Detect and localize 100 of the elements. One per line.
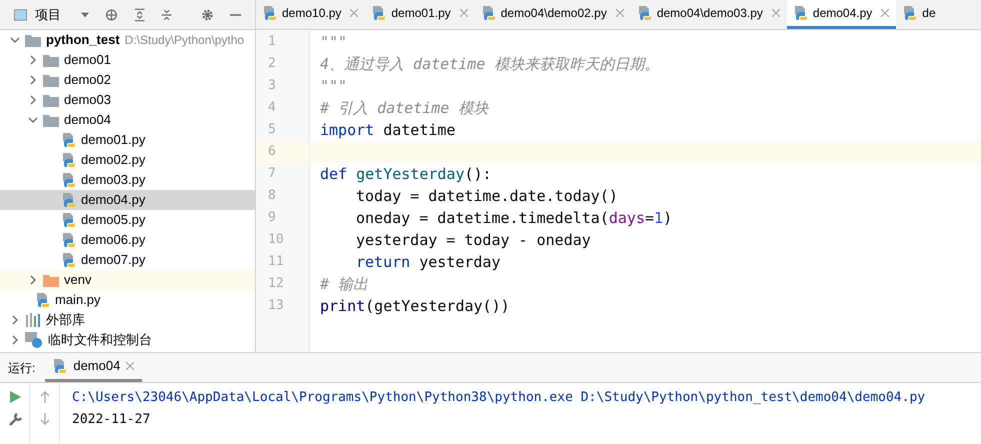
close-icon[interactable]	[772, 9, 780, 17]
tree-item-label: 外部库	[46, 311, 85, 330]
dropdown-caret-icon[interactable]	[80, 12, 90, 18]
panel-title[interactable]: 项目	[34, 4, 61, 24]
tree-item[interactable]: demo05.py	[0, 210, 255, 230]
line-number: 1	[267, 33, 277, 51]
folder-icon	[43, 114, 59, 126]
python-file-icon	[62, 212, 76, 228]
python-file-icon	[53, 358, 68, 374]
tree-item-label: python_test	[46, 31, 120, 50]
code-editor[interactable]	[256, 30, 981, 352]
tree-item-label: demo01	[64, 51, 111, 70]
code-line: def getYesterday():	[319, 164, 493, 185]
code-line: # 输出	[319, 274, 370, 295]
expand-all-icon[interactable]	[134, 6, 146, 22]
locate-icon[interactable]	[105, 6, 118, 22]
python-file-icon	[794, 5, 808, 21]
console-output: 2022-11-27	[72, 411, 152, 429]
run-panel-label: 运行:	[8, 360, 36, 376]
tree-item[interactable]: demo01.py	[0, 130, 255, 150]
python-file-icon	[62, 152, 76, 168]
line-number: 13	[267, 297, 285, 315]
tab-label: demo04\demo03.py	[656, 5, 763, 22]
python-file-icon	[482, 5, 496, 21]
python-file-icon	[62, 232, 76, 248]
line-number: 11	[267, 253, 285, 271]
tree-item[interactable]: 临时文件和控制台	[0, 330, 255, 350]
tree-item-path: D:\Study\Python\pytho	[124, 32, 244, 49]
tree-item[interactable]: demo02.py	[0, 150, 255, 170]
tree-item[interactable]: demo07.py	[0, 250, 255, 270]
close-icon[interactable]	[460, 9, 468, 17]
tree-item[interactable]: python_test D:\Study\Python\pytho	[0, 30, 255, 50]
line-number: 4	[267, 99, 277, 117]
python-file-icon	[62, 192, 76, 208]
code-line: import datetime	[319, 120, 456, 141]
close-icon[interactable]	[350, 9, 358, 17]
line-number: 3	[267, 77, 277, 95]
tree-item-label: demo03.py	[81, 171, 146, 190]
wrench-icon[interactable]	[8, 413, 22, 427]
line-number: 6	[256, 141, 309, 163]
code-line: print(getYesterday())	[319, 296, 511, 317]
tree-item[interactable]: demo01	[0, 50, 255, 70]
tree-item-label: venv	[64, 271, 92, 290]
tree-item-label: main.py	[55, 291, 101, 310]
library-icon	[25, 313, 41, 327]
python-file-icon	[62, 252, 76, 268]
tab-label: demo04.py	[812, 5, 872, 22]
code-line: return yesterday	[355, 252, 502, 273]
run-tab[interactable]: demo04	[45, 353, 142, 382]
folder-icon	[43, 74, 59, 86]
editor-tab[interactable]: demo04\demo02.py	[474, 0, 631, 29]
code-line: 4、通过导入 datetime 模块来获取昨天的日期。	[319, 54, 660, 75]
editor-tab[interactable]: demo10.py	[256, 0, 366, 29]
tree-item[interactable]: demo04	[0, 110, 255, 130]
code-line: """	[319, 76, 348, 97]
tree-item[interactable]: venv	[0, 270, 255, 290]
code-line: oneday = datetime.timedelta(days=1)	[355, 208, 674, 229]
tab-label: de	[922, 5, 936, 22]
run-icon[interactable]	[8, 391, 20, 403]
tree-item-label: demo04.py	[81, 191, 146, 210]
editor-tab[interactable]: demo01.py	[365, 0, 475, 29]
python-file-icon	[263, 5, 277, 21]
editor-tab[interactable]: demo04\demo03.py	[630, 0, 787, 29]
line-number: 5	[267, 121, 277, 139]
tree-item[interactable]: demo02	[0, 70, 255, 90]
tree-item[interactable]: demo06.py	[0, 230, 255, 250]
close-icon[interactable]	[881, 9, 890, 17]
tree-item-label: demo07.py	[81, 251, 146, 270]
scratch-icon	[25, 332, 43, 348]
tree-item-label: demo04	[64, 111, 111, 130]
close-icon[interactable]	[126, 362, 134, 370]
tree-item[interactable]: demo04.py	[0, 190, 255, 210]
tree-item[interactable]: demo03	[0, 90, 255, 110]
python-file-icon	[372, 5, 386, 21]
line-number: 2	[267, 55, 277, 73]
folder-icon	[25, 34, 41, 46]
python-file-icon	[62, 172, 76, 188]
python-file-icon	[638, 5, 652, 21]
code-line: today = datetime.date.today()	[355, 186, 619, 207]
minimize-icon[interactable]	[230, 12, 241, 16]
tab-label: demo04\demo02.py	[500, 5, 607, 22]
tab-label: demo10.py	[282, 5, 342, 22]
tree-item[interactable]: demo03.py	[0, 170, 255, 190]
folder-icon	[43, 94, 59, 106]
tree-item-label: 临时文件和控制台	[48, 331, 152, 350]
editor-tab[interactable]: demo04.py	[786, 0, 896, 29]
line-number: 9	[267, 209, 277, 227]
tree-item[interactable]: main.py	[0, 290, 255, 310]
close-icon[interactable]	[616, 9, 624, 17]
python-file-icon	[36, 292, 50, 308]
editor-tab[interactable]: de	[896, 0, 943, 29]
folder-icon	[43, 274, 59, 286]
line-number: 12	[267, 275, 285, 293]
tree-item-label: demo06.py	[81, 231, 146, 250]
line-number: 8	[267, 187, 277, 205]
code-line: # 引入 datetime 模块	[319, 98, 490, 119]
tree-item[interactable]: 外部库	[0, 310, 255, 330]
panel-icon	[14, 8, 27, 22]
tab-label: demo01.py	[391, 5, 451, 22]
line-number: 7	[267, 165, 277, 183]
